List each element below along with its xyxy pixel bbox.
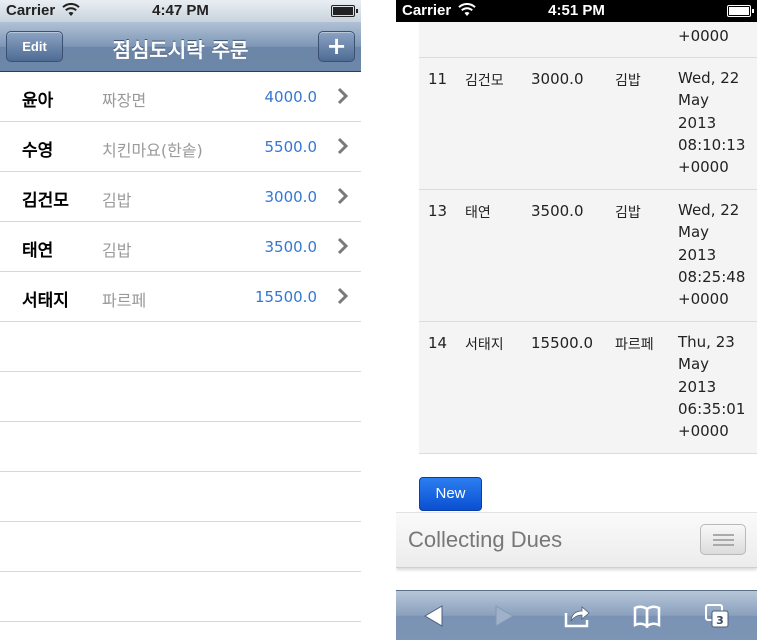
- empty-row: [0, 572, 361, 622]
- footer-title: Collecting Dues: [408, 527, 563, 552]
- table-row: 11 김건모 3000.0 김밥 Wed, 22 May 2013 08:10:…: [419, 58, 757, 190]
- table-row: 14 서태지 15500.0 파르페 Thu, 23 May 2013 06:3…: [419, 322, 757, 454]
- chevron-right-icon: [337, 237, 349, 255]
- forward-icon[interactable]: [490, 603, 518, 629]
- web-content[interactable]: +0000 11 김건모 3000.0 김밥 Wed, 22 May 2013 …: [396, 22, 757, 590]
- tabs-count: 3: [716, 614, 724, 627]
- date-line: Thu, 23: [678, 333, 735, 351]
- menu-cell: 파르페: [615, 337, 654, 353]
- order-list-screen: Carrier 4:47 PM Edit 점심도시락 주문 + 윤아 짜장면 4…: [0, 0, 361, 640]
- price-cell: 15500.0: [531, 334, 594, 352]
- order-menu: 김밥: [102, 191, 132, 210]
- order-name: 김건모: [22, 191, 69, 211]
- menu-cell: 김밥: [615, 205, 641, 221]
- order-price: 5500.0: [264, 138, 318, 156]
- date-line: +0000: [678, 422, 729, 441]
- date-line: 08:25:48: [678, 267, 746, 286]
- new-button[interactable]: New: [419, 477, 482, 511]
- name-cell: 서태지: [465, 337, 504, 353]
- date-line: May: [678, 91, 710, 110]
- clock: 4:51 PM: [548, 2, 605, 19]
- date-line: May: [678, 355, 710, 374]
- name-cell: 태연: [465, 205, 491, 221]
- date-line: 2013: [678, 377, 717, 396]
- menu-button[interactable]: [700, 524, 746, 555]
- status-bar: Carrier 4:51 PM: [396, 0, 757, 22]
- order-price: 15500.0: [254, 288, 317, 306]
- date-line: 08:10:13: [678, 135, 746, 154]
- id-cell: 14: [428, 334, 448, 352]
- chevron-right-icon: [337, 287, 349, 305]
- navigation-bar: Edit 점심도시락 주문 +: [0, 22, 361, 72]
- date-cell: Thu, 23 May 2013 06:35:01 +0000: [678, 331, 745, 442]
- order-name: 서태지: [22, 291, 69, 311]
- battery-icon: [331, 5, 358, 17]
- date-line: May: [678, 223, 710, 242]
- order-price: 3000.0: [264, 188, 318, 206]
- menu-icon: [713, 539, 734, 541]
- date-cell: Wed, 22 May 2013 08:25:48 +0000: [678, 199, 745, 310]
- menu-cell: 김밥: [615, 73, 641, 89]
- menu-icon: [713, 544, 734, 546]
- price-cell: 3000.0: [531, 70, 584, 88]
- empty-row: [0, 372, 361, 422]
- chevron-right-icon: [337, 87, 349, 105]
- chevron-right-icon: [337, 137, 349, 155]
- table-row: 13 태연 3500.0 김밥 Wed, 22 May 2013 08:25:4…: [419, 190, 757, 322]
- date-line: Wed, 22: [678, 201, 740, 219]
- add-order-button[interactable]: +: [318, 31, 355, 62]
- page-title: 점심도시락 주문: [112, 38, 249, 62]
- dues-table: +0000 11 김건모 3000.0 김밥 Wed, 22 May 2013 …: [419, 22, 757, 454]
- date-line: Wed, 22: [678, 69, 740, 87]
- back-icon[interactable]: [420, 603, 448, 629]
- empty-row: [0, 422, 361, 472]
- share-icon[interactable]: [563, 603, 591, 629]
- id-cell: 13: [428, 202, 448, 220]
- order-name: 수영: [22, 141, 54, 161]
- web-dues-screen: Carrier 4:51 PM +0000 11 김건모 3000.0 김밥 W…: [396, 0, 757, 640]
- date-line: 06:35:01: [678, 399, 746, 418]
- date-line: +0000: [678, 290, 729, 309]
- date-cell: +0000: [678, 27, 729, 45]
- order-menu: 파르페: [102, 291, 147, 310]
- order-menu: 김밥: [102, 241, 132, 260]
- page-footer: Collecting Dues: [396, 512, 757, 568]
- status-bar: Carrier 4:47 PM: [0, 0, 361, 22]
- name-cell: 김건모: [465, 73, 504, 89]
- browser-toolbar: 3: [396, 590, 757, 640]
- clock: 4:47 PM: [152, 2, 209, 19]
- battery-icon: [727, 5, 754, 17]
- bookmarks-icon[interactable]: [633, 603, 661, 629]
- empty-row: [0, 522, 361, 572]
- list-item[interactable]: 김건모 김밥 3000.0: [0, 172, 361, 222]
- id-cell: 11: [428, 70, 448, 88]
- empty-row: [0, 472, 361, 522]
- list-item[interactable]: 수영 치킨마요(한솥) 5500.0: [0, 122, 361, 172]
- list-item[interactable]: 윤아 짜장면 4000.0: [0, 72, 361, 122]
- price-cell: 3500.0: [531, 202, 584, 220]
- chevron-right-icon: [337, 187, 349, 205]
- empty-row: [0, 322, 361, 372]
- order-menu: 치킨마요(한솥): [102, 141, 203, 160]
- list-item[interactable]: 서태지 파르페 15500.0: [0, 272, 361, 322]
- order-price: 4000.0: [264, 88, 318, 106]
- order-price: 3500.0: [264, 238, 318, 256]
- order-menu: 짜장면: [102, 91, 147, 110]
- table-row: +0000: [419, 22, 757, 58]
- date-line: +0000: [678, 158, 729, 177]
- order-list: 윤아 짜장면 4000.0 수영 치킨마요(한솥) 5500.0 김건모 김밥 …: [0, 72, 361, 622]
- date-cell: Wed, 22 May 2013 08:10:13 +0000: [678, 67, 745, 178]
- order-name: 태연: [22, 241, 54, 261]
- menu-icon: [713, 534, 734, 536]
- order-name: 윤아: [22, 91, 54, 111]
- list-item[interactable]: 태연 김밥 3500.0: [0, 222, 361, 272]
- date-line: 2013: [678, 113, 717, 132]
- date-line: 2013: [678, 245, 717, 264]
- tabs-icon[interactable]: 3: [703, 603, 731, 629]
